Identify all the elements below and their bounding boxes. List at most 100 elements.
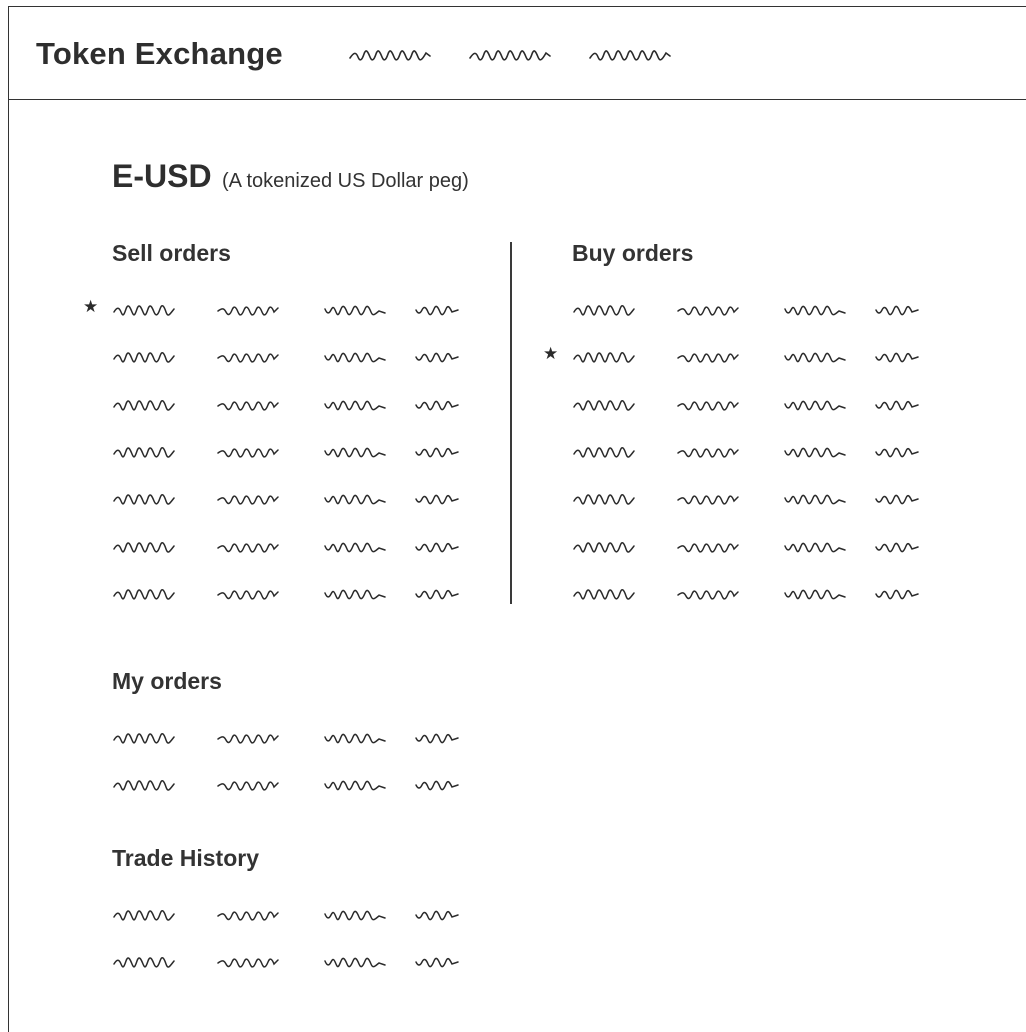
app-title: Token Exchange (36, 36, 283, 71)
cell-placeholder-3 (783, 395, 849, 415)
nav-item-2[interactable] (468, 46, 554, 64)
scribble-placeholder (113, 304, 175, 316)
trade-history-row[interactable] (112, 905, 492, 925)
scribble-placeholder (324, 400, 386, 411)
cell-placeholder-3 (783, 537, 849, 557)
sell-order-row[interactable] (112, 584, 492, 604)
sell-order-row[interactable] (112, 395, 492, 415)
scribble-placeholder (324, 589, 386, 600)
scribble-placeholder (875, 305, 919, 316)
cell-placeholder-3 (323, 442, 389, 462)
scribble-placeholder (677, 400, 739, 411)
cell-placeholder-2 (216, 300, 282, 320)
cell-placeholder-1 (112, 395, 178, 415)
nav-item-3[interactable] (588, 46, 674, 64)
sell-order-row[interactable] (112, 489, 492, 509)
scribble-placeholder (113, 494, 175, 505)
cell-placeholder-3 (323, 775, 389, 795)
my-order-row[interactable] (112, 728, 492, 748)
scribble-placeholder (415, 494, 459, 505)
scribble-placeholder (324, 733, 386, 744)
scribble-placeholder (113, 399, 175, 411)
asset-description: (A tokenized US Dollar peg) (222, 170, 469, 192)
cell-placeholder-3 (783, 584, 849, 604)
sell-order-row[interactable] (112, 442, 492, 462)
scribble-placeholder (113, 909, 175, 921)
cell-placeholder-4 (414, 300, 460, 320)
cell-placeholder-4 (874, 489, 920, 509)
scribble-placeholder (415, 589, 459, 600)
cell-placeholder-2 (216, 442, 282, 462)
scribble-placeholder (784, 352, 846, 363)
scribble-placeholder (784, 400, 846, 411)
my-order-row[interactable] (112, 775, 492, 795)
cell-placeholder-2 (216, 489, 282, 509)
scribble-placeholder (415, 733, 459, 744)
scribble-placeholder (217, 542, 279, 553)
buy-order-row[interactable] (572, 537, 952, 557)
cell-placeholder-2 (216, 775, 282, 795)
scribble-placeholder (784, 305, 846, 316)
cell-placeholder-2 (676, 395, 742, 415)
cell-placeholder-1 (112, 905, 178, 925)
cell-placeholder-3 (323, 728, 389, 748)
scribble-placeholder (573, 541, 635, 553)
app-header: Token Exchange (8, 6, 1026, 100)
cell-placeholder-2 (676, 347, 742, 367)
cell-placeholder-3 (323, 537, 389, 557)
cell-placeholder-1 (572, 395, 638, 415)
cell-placeholder-4 (414, 442, 460, 462)
buy-order-row[interactable]: ★ (543, 344, 952, 367)
cell-placeholder-4 (414, 489, 460, 509)
scribble-placeholder (415, 910, 459, 921)
scribble-placeholder (573, 588, 635, 600)
buy-order-row[interactable] (572, 300, 952, 320)
cell-placeholder-2 (216, 952, 282, 972)
scribble-placeholder (415, 352, 459, 363)
scribble-placeholder (217, 495, 279, 505)
cell-placeholder-3 (783, 489, 849, 509)
scribble-placeholder (573, 352, 635, 364)
buy-order-row[interactable] (572, 489, 952, 509)
star-icon: ★ (543, 344, 559, 365)
cell-placeholder-4 (874, 347, 920, 367)
scribble-placeholder (875, 589, 919, 600)
sell-order-row[interactable] (112, 347, 492, 367)
buy-order-row[interactable] (572, 395, 952, 415)
scribble-placeholder (573, 446, 635, 458)
cell-placeholder-1 (112, 347, 178, 367)
scribble-placeholder (875, 447, 919, 458)
scribble-placeholder (415, 542, 459, 552)
nav-placeholder-scribble (589, 50, 671, 61)
sell-order-row[interactable] (112, 537, 492, 557)
scribble-placeholder (677, 448, 739, 458)
scribble-placeholder (677, 495, 739, 505)
scribble-placeholder (217, 590, 279, 600)
nav-item-1[interactable] (348, 46, 434, 64)
scribble-placeholder (415, 957, 459, 968)
my-orders-title: My orders (112, 668, 222, 694)
cell-placeholder-1 (112, 489, 178, 509)
scribble-placeholder (113, 956, 175, 968)
star-icon: ★ (83, 297, 99, 317)
buy-order-row[interactable] (572, 584, 952, 604)
scribble-placeholder (324, 352, 386, 363)
sell-order-row[interactable]: ★ (83, 297, 492, 320)
scribble-placeholder (217, 306, 279, 316)
scribble-placeholder (784, 447, 846, 458)
cell-placeholder-3 (323, 347, 389, 367)
buy-order-row[interactable] (572, 442, 952, 462)
cell-placeholder-4 (414, 537, 460, 557)
scribble-placeholder (573, 494, 635, 505)
asset-title: E-USD (A tokenized US Dollar peg) (112, 158, 469, 195)
trade-history-row[interactable] (112, 952, 492, 972)
cell-placeholder-4 (414, 347, 460, 367)
scribble-placeholder (217, 448, 279, 458)
scribble-placeholder (113, 588, 175, 600)
order-book-divider (510, 242, 512, 604)
scribble-placeholder (324, 957, 386, 968)
trade-history-title: Trade History (112, 845, 259, 871)
cell-placeholder-3 (323, 952, 389, 972)
cell-placeholder-1 (572, 300, 638, 320)
cell-placeholder-4 (414, 584, 460, 604)
